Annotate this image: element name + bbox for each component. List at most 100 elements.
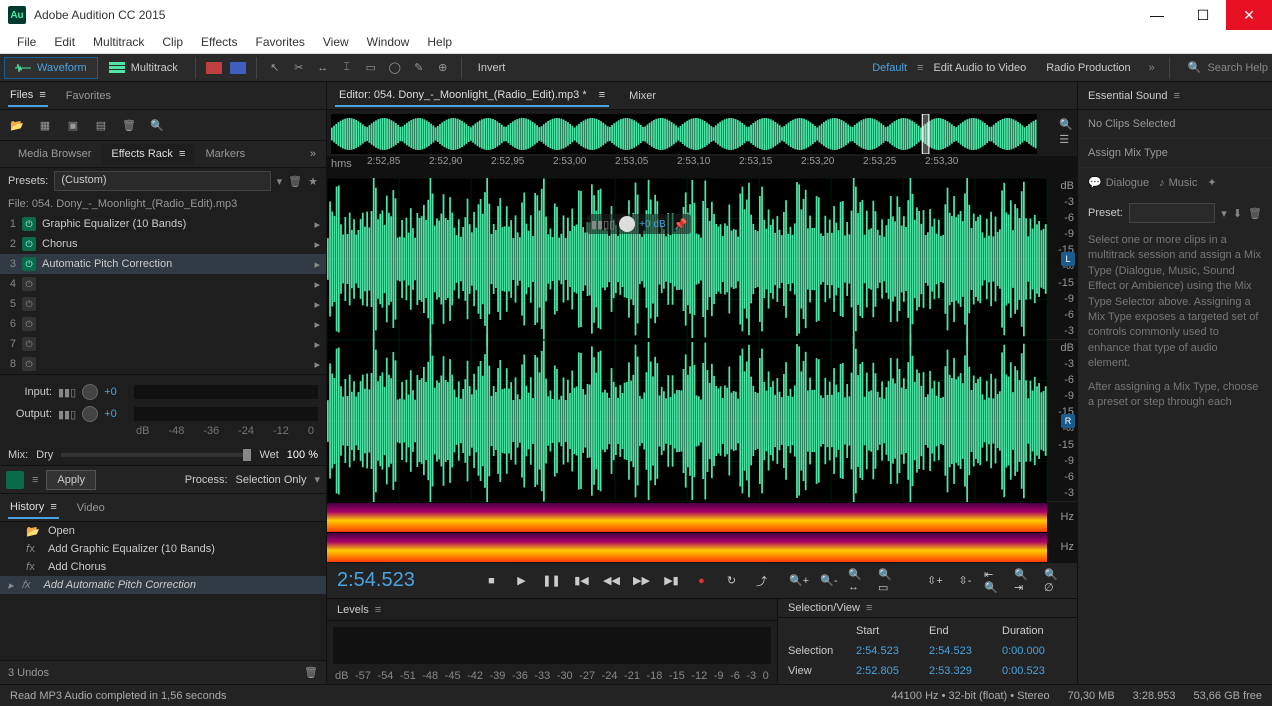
menu-clip[interactable]: Clip [153, 32, 192, 52]
stop-button[interactable]: ■ [479, 569, 503, 593]
history-item[interactable]: 𝑓xAdd Chorus [0, 558, 326, 576]
history-tab[interactable]: History ≡ [8, 497, 59, 519]
lasso-icon[interactable]: ◯ [385, 58, 405, 78]
effects-rack-tab[interactable]: Effects Rack ≡ [101, 144, 195, 164]
output-value[interactable]: +0 [104, 408, 128, 420]
fx-slot-8[interactable]: 8⏻▸ [0, 354, 326, 374]
fx-slot-3[interactable]: 3⏻Automatic Pitch Correction▸ [0, 254, 326, 274]
fx-power-icon[interactable]: ⏻ [22, 257, 36, 271]
menu-file[interactable]: File [8, 32, 45, 52]
spectrogram[interactable]: HzHz [327, 502, 1077, 562]
fx-slot-1[interactable]: 1⏻Graphic Equalizer (10 Bands)▸ [0, 214, 326, 234]
fx-slot-6[interactable]: 6⏻▸ [0, 314, 326, 334]
history-item[interactable]: 📂Open [0, 522, 326, 540]
music-type[interactable]: ♪Music [1159, 176, 1197, 189]
close-button[interactable]: ✕ [1226, 0, 1272, 30]
fx-slot-7[interactable]: 7⏻▸ [0, 334, 326, 354]
menu-view[interactable]: View [314, 32, 358, 52]
history-item[interactable]: ▸𝑓xAdd Automatic Pitch Correction [0, 576, 326, 594]
zoom-full-icon[interactable]: 🔍↔ [847, 569, 871, 593]
workspace-default[interactable]: Default [862, 57, 917, 79]
workspace-radio[interactable]: Radio Production [1036, 57, 1140, 79]
zoom-nav-icon[interactable]: 🔍 [1059, 118, 1073, 131]
volume-hud[interactable]: ▮▮▯▯ +0 dB 📌 [587, 214, 691, 234]
search-file-icon[interactable]: 🔍 [148, 116, 166, 134]
import-icon[interactable]: ▣ [64, 116, 82, 134]
menu-help[interactable]: Help [418, 32, 461, 52]
loop-button[interactable]: ↻ [719, 569, 743, 593]
waveform-canvas[interactable]: ▮▮▯▯ +0 dB 📌 [327, 178, 1047, 502]
menu-effects[interactable]: Effects [192, 32, 246, 52]
multitrack-tab[interactable]: Multitrack [98, 57, 189, 79]
move-tool-icon[interactable]: ↖ [265, 58, 285, 78]
dropdown-icon[interactable]: ▾ [314, 473, 320, 486]
waveform-tab[interactable]: Waveform [4, 57, 98, 79]
dialogue-type[interactable]: 💬Dialogue [1088, 176, 1149, 189]
trash-history-icon[interactable]: 🗑 [304, 666, 318, 679]
mix-slider[interactable] [61, 453, 251, 457]
menu-favorites[interactable]: Favorites [247, 32, 314, 52]
workspace-editvideo[interactable]: Edit Audio to Video [923, 57, 1036, 79]
fx-power-icon[interactable]: ⏻ [22, 317, 36, 331]
menu-multitrack[interactable]: Multitrack [84, 32, 153, 52]
star-preset-icon[interactable]: ★ [308, 175, 318, 188]
video-tab[interactable]: Video [75, 498, 107, 518]
wet-value[interactable]: 100 % [287, 449, 318, 461]
fx-power-icon[interactable]: ⏻ [22, 217, 36, 231]
fx-slot-5[interactable]: 5⏻▸ [0, 294, 326, 314]
spectral-pitch-icon[interactable] [228, 58, 248, 78]
media-browser-tab[interactable]: Media Browser [8, 144, 101, 164]
fx-power-icon[interactable]: ⏻ [22, 277, 36, 291]
razor-tool-icon[interactable]: ✂ [289, 58, 309, 78]
minimize-button[interactable]: — [1134, 0, 1180, 30]
list-nav-icon[interactable]: ☰ [1059, 133, 1073, 146]
menu-window[interactable]: Window [358, 32, 419, 52]
maximize-button[interactable]: ☐ [1180, 0, 1226, 30]
dropdown-icon[interactable]: ▾ [1221, 207, 1227, 220]
record-button[interactable]: ● [689, 569, 713, 593]
trash-preset-icon[interactable]: 🗑 [288, 175, 302, 188]
fx-power-icon[interactable]: ⏻ [22, 357, 36, 371]
prev-button[interactable]: ▮◀ [569, 569, 593, 593]
preset-select[interactable] [1129, 203, 1215, 223]
zoom-out-icon[interactable]: 🔍- [817, 569, 841, 593]
list-icon[interactable]: ≡ [32, 474, 38, 486]
spectral-freq-icon[interactable] [204, 58, 224, 78]
pin-icon[interactable]: 📌 [674, 218, 688, 231]
zoom-in-icon[interactable]: 🔍+ [787, 569, 811, 593]
apply-button[interactable]: Apply [46, 470, 96, 490]
input-knob[interactable] [82, 384, 98, 400]
zoom-in-v-icon[interactable]: ⇳+ [923, 569, 947, 593]
fx-slot-4[interactable]: 4⏻▸ [0, 274, 326, 294]
brush-icon[interactable]: ✎ [409, 58, 429, 78]
close-file-icon[interactable]: ▤ [92, 116, 110, 134]
right-channel-badge[interactable]: R [1061, 414, 1075, 428]
timecode[interactable]: 2:54.523 [337, 569, 467, 592]
presets-select[interactable]: (Custom) [54, 171, 270, 191]
history-item[interactable]: 𝑓xAdd Graphic Equalizer (10 Bands) [0, 540, 326, 558]
play-button[interactable]: ▶ [509, 569, 533, 593]
invert-button[interactable]: Invert [468, 57, 516, 79]
hud-knob[interactable] [619, 216, 635, 232]
zoom-sel-icon[interactable]: 🔍▭ [877, 569, 901, 593]
fx-power-icon[interactable]: ⏻ [22, 297, 36, 311]
markers-tab[interactable]: Markers [195, 144, 255, 164]
more-workspaces-icon[interactable]: » [1149, 62, 1155, 74]
process-select[interactable]: Selection Only [236, 474, 307, 486]
marquee-icon[interactable]: ▭ [361, 58, 381, 78]
output-knob[interactable] [82, 406, 98, 422]
heal-icon[interactable]: ⊕ [433, 58, 453, 78]
zoom-out-v-icon[interactable]: ⇳- [953, 569, 977, 593]
fx-power-icon[interactable]: ⏻ [22, 337, 36, 351]
zoom-out-end-icon[interactable]: 🔍⇥ [1013, 569, 1037, 593]
open-file-icon[interactable]: 📂 [8, 116, 26, 134]
rewind-button[interactable]: ◀◀ [599, 569, 623, 593]
fx-power-icon[interactable]: ⏻ [22, 237, 36, 251]
search-help[interactable]: 🔍 Search Help [1188, 61, 1268, 74]
time-select-icon[interactable]: ⌶ [337, 58, 357, 78]
editor-tab[interactable]: Editor: 054. Dony_-_Moonlight_(Radio_Edi… [335, 85, 609, 107]
more-tabs-icon[interactable]: » [300, 144, 326, 164]
overview-waveform[interactable]: 🔍 ☰ [331, 114, 1037, 154]
zoom-reset-icon[interactable]: 🔍∅ [1043, 569, 1067, 593]
input-value[interactable]: +0 [104, 386, 128, 398]
